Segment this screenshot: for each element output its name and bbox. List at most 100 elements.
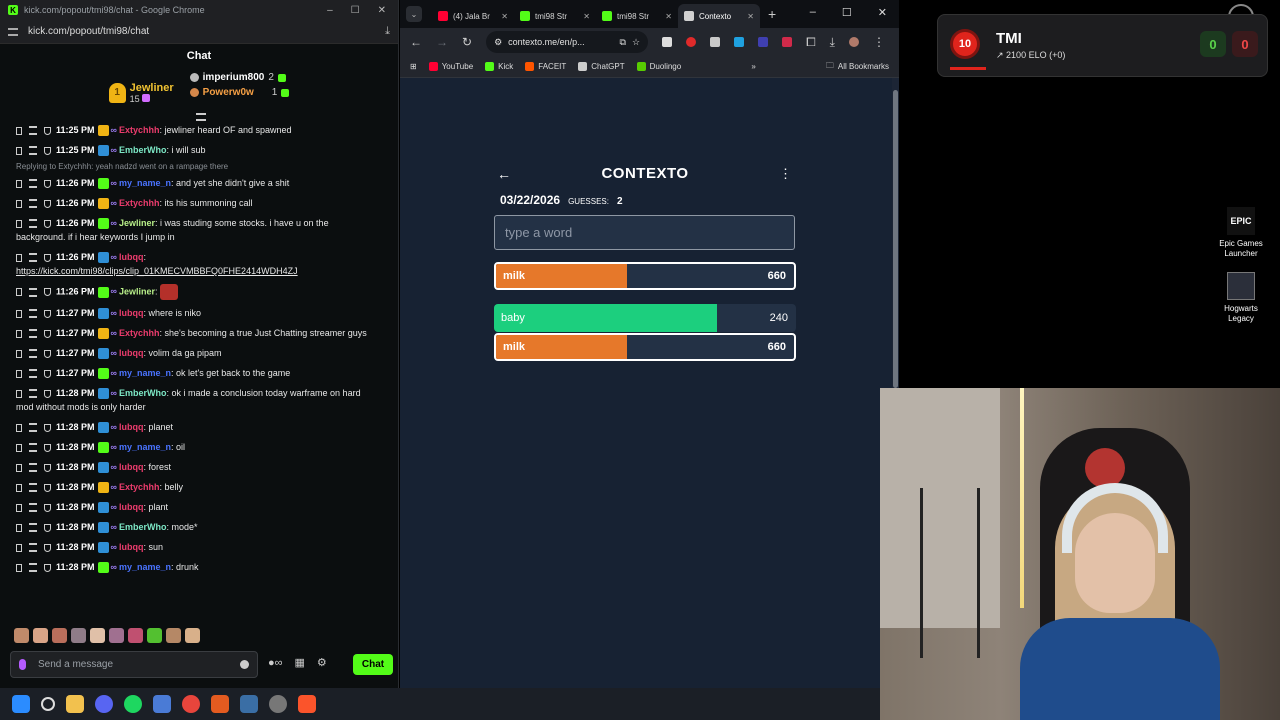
message-username[interactable]: lubqq [119,252,144,262]
bookmark-item[interactable]: YouTube [428,62,473,71]
discord-icon[interactable] [95,695,113,713]
moderator-shield-icon[interactable] [44,179,51,188]
reply-icon[interactable] [16,423,22,432]
file-explorer-icon[interactable] [66,695,84,713]
moderator-shield-icon[interactable] [44,503,51,512]
chat-message[interactable]: 11:26 PM ∞ Jewliner: i was studing some st… [0,213,396,247]
reply-icon[interactable] [16,543,22,552]
timeout-icon[interactable] [29,329,37,339]
reload-icon[interactable]: ↻ [462,35,472,49]
microphone-icon[interactable] [19,659,26,670]
moderator-shield-icon[interactable] [44,309,51,318]
desktop-icon-hogwarts[interactable]: Hogwarts Legacy [1211,272,1271,324]
timeout-icon[interactable] [29,253,37,263]
timeout-icon[interactable] [29,443,37,453]
chat-messages[interactable]: 11:25 PM ∞ Extychhh: jewliner heard OF and… [0,120,396,620]
emote-icon[interactable] [166,628,181,643]
brave-icon[interactable] [298,695,316,713]
kebab-menu-icon[interactable]: ⋮ [779,166,792,182]
bookmark-item[interactable]: ChatGPT [578,62,625,71]
message-username[interactable]: Jewliner [119,286,155,296]
reply-icon[interactable] [16,369,22,378]
back-icon[interactable]: ← [410,35,422,49]
settings-icon[interactable]: ⚙ [317,656,327,669]
word-input[interactable] [494,215,795,250]
reply-icon[interactable] [16,329,22,338]
timeout-icon[interactable] [29,309,37,319]
emote-icon[interactable] [128,628,143,643]
reply-icon[interactable] [16,309,22,318]
timeout-icon[interactable] [29,483,37,493]
chat-message[interactable]: 11:25 PM ∞ EmberWho: i will sub [0,140,396,160]
all-bookmarks-folder[interactable]: 🗀 All Bookmarks [826,60,889,74]
timeout-icon[interactable] [29,503,37,513]
reply-icon[interactable] [16,443,22,452]
tab-close-icon[interactable]: ✕ [501,12,508,21]
emote-icon[interactable] [109,628,124,643]
message-username[interactable]: my_name_n [119,562,171,572]
new-tab-icon[interactable]: + [768,6,776,22]
moderator-shield-icon[interactable] [44,483,51,492]
download-icon[interactable]: ⤓ [385,25,390,38]
message-username[interactable]: EmberWho [119,522,167,532]
reply-icon[interactable] [16,146,22,155]
emote-icon[interactable] [90,628,105,643]
menu-icon[interactable]: ⋮ [873,35,885,49]
extension-icon[interactable] [686,37,697,47]
reply-icon[interactable] [16,179,22,188]
chat-message[interactable]: 11:28 PM ∞ lubqq: planet [0,417,396,437]
moderator-shield-icon[interactable] [44,563,51,572]
timeout-icon[interactable] [29,423,37,433]
reply-icon[interactable] [16,389,22,398]
search-icon[interactable] [41,697,55,711]
tab-close-icon[interactable]: ✕ [747,12,754,21]
reply-icon[interactable] [16,199,22,208]
tab-close-icon[interactable]: ✕ [583,12,590,21]
chat-message[interactable]: 11:28 PM ∞ lubqq: sun [0,537,396,557]
back-arrow-icon[interactable]: ← [497,166,511,182]
timeout-icon[interactable] [29,563,37,573]
message-username[interactable]: lubqq [119,502,144,512]
leader-third[interactable]: Powerw0w 1 [189,87,290,98]
install-icon[interactable]: ⧉ [620,37,626,48]
bookmark-item[interactable]: FACEIT [525,62,566,71]
omnibox[interactable]: ⚙ contexto.me/en/p... ⧉ ☆ [486,31,649,53]
extension-icon[interactable] [782,37,793,47]
message-username[interactable]: Extychhh [119,328,160,338]
store-icon[interactable]: ▦ [295,656,305,669]
bookmark-item[interactable]: Duolingo [636,62,681,71]
message-username[interactable]: lubqq [119,462,144,472]
apps-grid-icon[interactable]: ⊞ [410,62,417,71]
message-username[interactable]: Extychhh [119,125,160,135]
bookmark-item[interactable]: Kick [485,62,513,71]
moderator-shield-icon[interactable] [44,146,51,155]
message-username[interactable]: EmberWho [119,145,167,155]
site-info-icon[interactable]: ⚙ [494,37,502,48]
chat-message[interactable]: 11:28 PM ∞ my_name_n: oil [0,437,396,457]
reply-icon[interactable] [16,288,22,296]
reply-icon[interactable] [16,219,22,228]
browser-tab[interactable]: tmi98 Str ✕ [596,4,678,28]
message-username[interactable]: Extychhh [119,198,160,208]
leader-second[interactable]: imperium800 2 [189,72,290,83]
chat-message[interactable]: 11:25 PM ∞ Extychhh: jewliner heard OF and… [0,120,396,140]
site-settings-icon[interactable] [8,27,18,36]
chrome-icon[interactable] [182,695,200,713]
moderator-shield-icon[interactable] [44,126,51,135]
reply-icon[interactable] [16,483,22,492]
chat-message[interactable]: 11:27 PM ∞ lubqq: volim da ga pipam [0,343,396,363]
chat-message[interactable]: 11:26 PM ∞ lubqq: https://kick.com/tmi98/cl… [0,247,396,281]
timeout-icon[interactable] [29,146,37,156]
timeout-icon[interactable] [29,389,37,399]
chat-message[interactable]: 11:26 PM ∞ my_name_n: and yet she didn't g… [0,173,396,193]
emote-icon[interactable] [185,628,200,643]
extension-icon[interactable] [662,37,673,47]
spotify-icon[interactable] [124,695,142,713]
leader-first[interactable]: 1 Jewliner 15 [108,72,174,113]
moderator-shield-icon[interactable] [44,329,51,338]
chat-message[interactable]: 11:28 PM ∞ Extychhh: belly [0,477,396,497]
bookmark-star-icon[interactable]: ☆ [632,37,640,48]
timeout-icon[interactable] [29,463,37,473]
chat-message[interactable]: 11:28 PM ∞ EmberWho: ok i made a conclusio… [0,383,396,417]
reply-icon[interactable] [16,253,22,262]
